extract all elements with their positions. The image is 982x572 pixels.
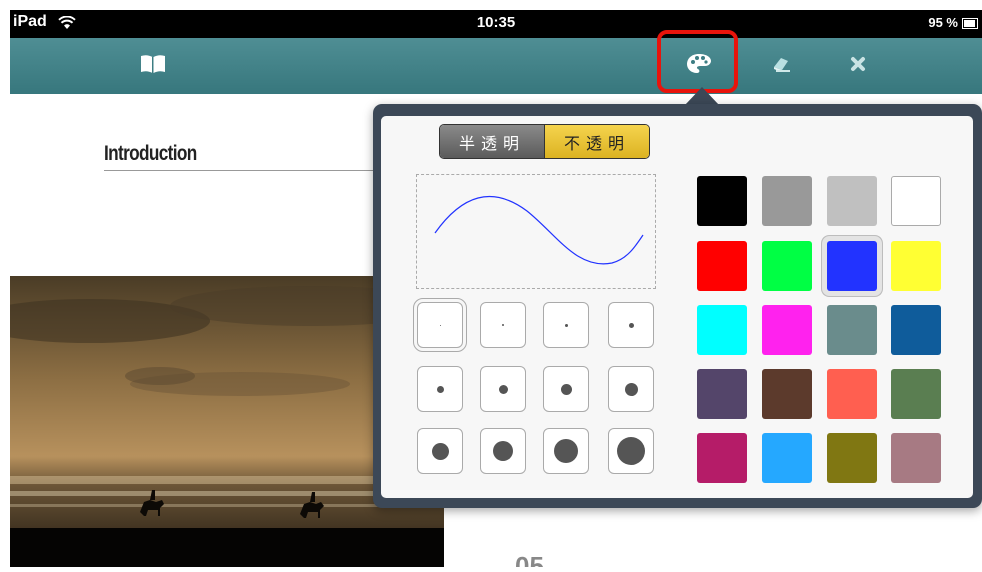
- pen-size-button[interactable]: [543, 428, 589, 474]
- pen-size-dot: [554, 439, 578, 463]
- pen-size-button[interactable]: [543, 302, 589, 348]
- pen-settings-popover: 半透明 不透明: [373, 104, 982, 508]
- pen-size-dot: [436, 385, 444, 393]
- color-swatch[interactable]: [827, 433, 877, 483]
- toolbar: [10, 38, 982, 94]
- page-number-peek: 05: [515, 553, 544, 567]
- pen-size-dot: [628, 322, 634, 328]
- pen-size-dot: [560, 383, 572, 395]
- pen-size-dot: [439, 324, 441, 326]
- color-swatch[interactable]: [891, 176, 941, 226]
- color-swatch[interactable]: [827, 369, 877, 419]
- battery-percent: 95 %: [928, 15, 958, 30]
- color-swatch[interactable]: [827, 305, 877, 355]
- opacity-segmented-control: 半透明 不透明: [439, 124, 650, 159]
- pen-size-button[interactable]: [417, 366, 463, 412]
- pen-size-dot: [502, 324, 504, 326]
- color-swatch[interactable]: [827, 176, 877, 226]
- palette-highlight-frame: [657, 30, 738, 93]
- color-swatch[interactable]: [697, 433, 747, 483]
- popover-arrow: [685, 87, 719, 105]
- pen-size-dot: [617, 437, 645, 465]
- battery-icon: [962, 18, 978, 29]
- segment-translucent[interactable]: 半透明: [440, 125, 544, 158]
- pen-size-button[interactable]: [480, 302, 526, 348]
- close-icon: [850, 56, 866, 77]
- color-swatch[interactable]: [891, 305, 941, 355]
- color-swatch[interactable]: [697, 369, 747, 419]
- close-button[interactable]: [838, 38, 878, 94]
- eraser-icon: [772, 55, 792, 78]
- color-swatch[interactable]: [891, 369, 941, 419]
- color-swatch[interactable]: [762, 369, 812, 419]
- color-swatch[interactable]: [827, 241, 877, 291]
- color-swatch[interactable]: [762, 176, 812, 226]
- stroke-preview: [416, 174, 656, 289]
- clock: 10:35: [476, 14, 516, 31]
- pen-size-button[interactable]: [608, 302, 654, 348]
- segment-opaque[interactable]: 不透明: [544, 125, 649, 158]
- color-swatch[interactable]: [762, 305, 812, 355]
- status-bar: iPad 10:35 95 %: [10, 10, 982, 38]
- eraser-button[interactable]: [762, 38, 802, 94]
- pen-size-button[interactable]: [543, 366, 589, 412]
- color-swatch[interactable]: [697, 176, 747, 226]
- color-swatch[interactable]: [762, 241, 812, 291]
- heading-rule: [104, 170, 380, 171]
- pen-size-dot: [624, 382, 638, 396]
- pen-size-dot: [431, 442, 449, 460]
- popover-content: 半透明 不透明: [381, 116, 973, 498]
- color-swatch[interactable]: [762, 433, 812, 483]
- pen-size-dot: [498, 384, 508, 394]
- pen-size-button[interactable]: [480, 428, 526, 474]
- document-heading: Introduction: [104, 142, 197, 165]
- pen-size-dot: [564, 323, 568, 327]
- color-swatch[interactable]: [891, 433, 941, 483]
- pen-size-dot: [493, 441, 513, 461]
- pen-size-button[interactable]: [413, 298, 467, 352]
- pen-size-button[interactable]: [608, 428, 654, 474]
- pen-size-button[interactable]: [480, 366, 526, 412]
- book-button[interactable]: [128, 38, 178, 94]
- color-swatch[interactable]: [891, 241, 941, 291]
- book-icon: [140, 54, 166, 79]
- pen-size-button[interactable]: [417, 428, 463, 474]
- color-swatch[interactable]: [697, 305, 747, 355]
- pen-size-button[interactable]: [608, 366, 654, 412]
- color-swatch[interactable]: [697, 241, 747, 291]
